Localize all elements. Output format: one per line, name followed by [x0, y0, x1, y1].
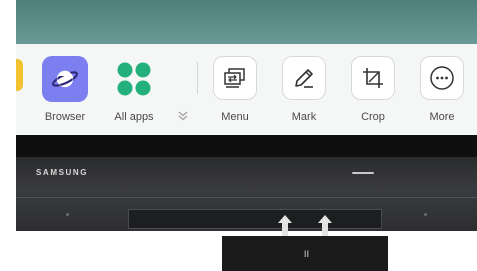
more-dots-icon [420, 56, 464, 100]
screw [66, 213, 69, 216]
mark-label: Mark [291, 111, 317, 123]
browser-app[interactable]: Browser [33, 56, 97, 128]
partial-app-icon[interactable] [16, 59, 23, 91]
stand-mount-slot [128, 209, 382, 229]
taskbar: Browser All apps Menu Mark Crop More [16, 44, 477, 135]
browser-label: Browser [44, 111, 86, 123]
screen-bottom-edge [16, 135, 477, 157]
all-apps-button[interactable]: All apps [102, 56, 166, 128]
chevron-down-icon[interactable] [177, 109, 189, 127]
brand-logo: SAMSUNG [36, 168, 89, 177]
stand-label: II [304, 249, 310, 259]
crop-label: Crop [361, 111, 385, 123]
planet-browser-icon [42, 56, 88, 102]
screens-switch-icon [213, 56, 257, 100]
menu-button[interactable]: Menu [203, 56, 267, 128]
more-label: More [429, 111, 455, 123]
mark-button[interactable]: Mark [272, 56, 336, 128]
pencil-icon [282, 56, 326, 100]
bezel-seam [16, 197, 477, 198]
screen-wallpaper [16, 0, 477, 44]
all-apps-label: All apps [114, 111, 154, 123]
grid-dots-icon [111, 56, 157, 102]
crop-icon [351, 56, 395, 100]
menu-label: Menu [221, 111, 249, 123]
screw [424, 213, 427, 216]
dock-divider [197, 62, 198, 94]
crop-button[interactable]: Crop [341, 56, 405, 128]
power-indicator [352, 172, 374, 174]
more-button[interactable]: More [410, 56, 474, 128]
